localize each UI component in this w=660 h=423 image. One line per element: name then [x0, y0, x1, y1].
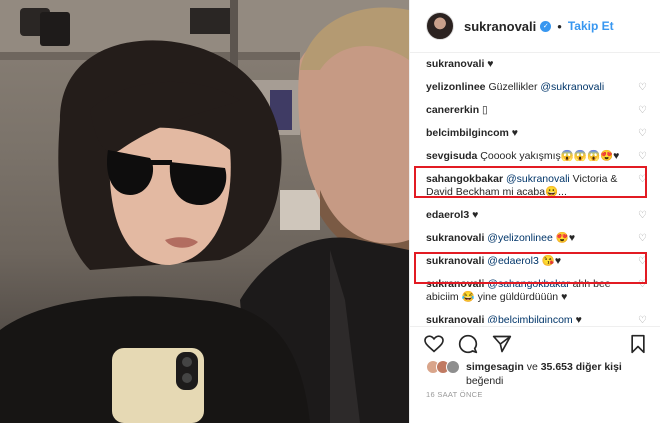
- post-photo[interactable]: [0, 0, 409, 423]
- likes-suffix: beğendi: [466, 375, 504, 387]
- avatar[interactable]: [426, 12, 454, 40]
- comment-like-heart-icon[interactable]: ♡: [638, 129, 648, 139]
- comment-username[interactable]: sukranovali: [426, 232, 484, 244]
- comment-username[interactable]: sukranovali: [426, 314, 484, 323]
- share-icon[interactable]: [492, 334, 512, 354]
- comment-item: edaerol3 ♥ ♡: [410, 209, 660, 222]
- likes-text: simgesagin ve 35.653 diğer kişi beğendi: [466, 360, 622, 388]
- post-header: sukranovali ✓ • Takip Et: [410, 0, 660, 53]
- comment-text: ♥: [572, 314, 582, 323]
- follow-button[interactable]: Takip Et: [568, 19, 614, 33]
- comment-text: ♥: [511, 127, 519, 139]
- likes-count[interactable]: 35.653 diğer kişi: [541, 361, 622, 373]
- comment-like-heart-icon[interactable]: ♡: [638, 211, 648, 221]
- comment-icon[interactable]: [458, 334, 478, 354]
- comment-item: sevgisuda Çooook yakışmış😱😱😱😍♥ ♡: [410, 150, 660, 163]
- likes-summary: simgesagin ve 35.653 diğer kişi beğendi: [426, 360, 650, 388]
- comment-username[interactable]: yelizonlinee: [426, 81, 486, 93]
- liker-username[interactable]: simgesagin: [466, 361, 524, 373]
- comment-like-heart-icon[interactable]: ♡: [638, 316, 648, 324]
- comment-highlight-box: [414, 252, 647, 284]
- comment-username[interactable]: sevgisuda: [426, 150, 477, 162]
- comment-text: Çooook yakışmış😱😱😱😍♥: [480, 150, 620, 162]
- comment-mention[interactable]: @sukranovali: [540, 81, 604, 93]
- avatar: [446, 360, 460, 374]
- comment-mention[interactable]: @belcimbilgincom: [487, 314, 572, 323]
- comment-username[interactable]: belcimbilgincom: [426, 127, 509, 139]
- comment-item: sukranovali ♥: [410, 58, 660, 71]
- verified-icon: ✓: [540, 20, 552, 32]
- comment-like-heart-icon[interactable]: ♡: [638, 106, 648, 116]
- comment-item: sukranovali @yelizonlinee 😍♥ ♡: [410, 232, 660, 245]
- post-username[interactable]: sukranovali: [464, 19, 536, 34]
- comment-item: belcimbilgincom ♥ ♡: [410, 127, 660, 140]
- comment-item: yelizonlinee Güzellikler @sukranovali ♡: [410, 81, 660, 94]
- comment-item: sukranovali @belcimbilgincom ♥ ♡: [410, 314, 660, 323]
- comment-highlight-box: [414, 166, 647, 198]
- heart-icon[interactable]: [424, 335, 444, 353]
- post-timestamp[interactable]: 16 SAAT ÖNCE: [426, 390, 483, 399]
- separator-dot: •: [557, 18, 562, 34]
- comment-username[interactable]: edaerol3: [426, 209, 469, 221]
- comment-username[interactable]: sukranovali: [426, 58, 484, 70]
- comment-like-heart-icon[interactable]: ♡: [638, 83, 648, 93]
- bookmark-icon[interactable]: [630, 334, 646, 354]
- comment-like-heart-icon[interactable]: ♡: [638, 152, 648, 162]
- liker-avatars: [426, 360, 460, 376]
- divider: [410, 326, 660, 327]
- comment-username[interactable]: canererkin: [426, 104, 479, 116]
- post-sidebar: sukranovali ✓ • Takip Et sukranovali ♥ ye…: [409, 0, 660, 423]
- comment-text: Güzellikler: [488, 81, 541, 93]
- comment-item: canererkin ▯ ♡: [410, 104, 660, 117]
- comment-text: ♥: [472, 209, 479, 221]
- comment-like-heart-icon[interactable]: ♡: [638, 234, 648, 244]
- photo-illustration: [0, 0, 409, 423]
- comment-text: ♥: [487, 58, 494, 70]
- comment-text: 😍♥: [552, 232, 576, 244]
- action-bar: [424, 332, 646, 356]
- comment-text: ▯: [482, 104, 488, 116]
- likes-connector: ve: [523, 361, 541, 373]
- comment-mention[interactable]: @yelizonlinee: [487, 232, 553, 244]
